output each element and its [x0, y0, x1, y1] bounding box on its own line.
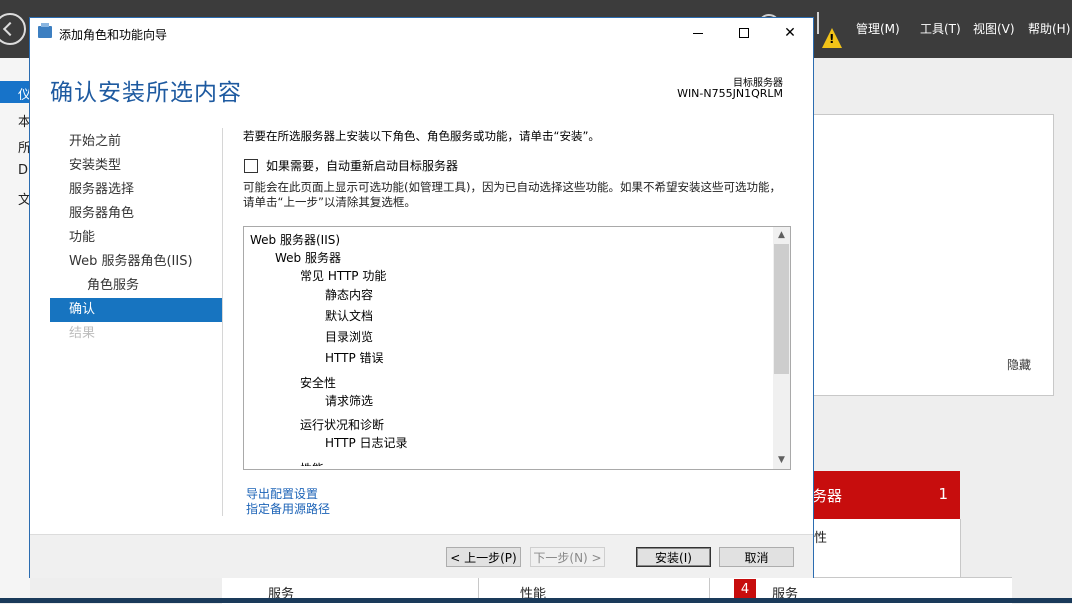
cancel-button[interactable]: 取消 [719, 547, 794, 567]
page-title: 确认安装所选内容 [50, 80, 242, 106]
taskbar [0, 598, 1072, 603]
close-icon: ✕ [784, 25, 796, 41]
server-tile-header[interactable]: 务器 1 [812, 471, 960, 519]
selection-list[interactable]: Web 服务器(IIS) Web 服务器 常见 HTTP 功能 静态内容 默认文… [243, 226, 791, 470]
list-item: Web 服务器 [275, 251, 341, 265]
minimize-button[interactable] [675, 18, 721, 48]
list-item: 静态内容 [325, 288, 374, 302]
optional-features-note: 可能会在此页面上显示可选功能(如管理工具)，因为已自动选择这些功能。如果不希望安… [243, 180, 781, 209]
target-server-name: WIN-N755JN1QRLM [677, 87, 783, 100]
hide-link[interactable]: 隐藏 [1007, 356, 1031, 373]
menu-tools[interactable]: 工具(T) [920, 20, 961, 37]
server-tile-title: 务器 [812, 487, 843, 505]
dialog-title: 添加角色和功能向导 [59, 28, 168, 42]
list-item: Web 服务器(IIS) [250, 233, 341, 247]
install-button[interactable]: 安装(I) [636, 547, 711, 567]
menu-manage[interactable]: 管理(M) [856, 20, 900, 37]
list-item: HTTP 错误 [325, 351, 384, 365]
restart-checkbox[interactable] [244, 159, 258, 173]
list-item: HTTP 日志记录 [325, 436, 408, 450]
sidebar-item-dashboard[interactable]: 仪 [0, 81, 31, 103]
nav-item-role-services[interactable]: 角色服务 [50, 274, 222, 298]
dialog-titlebar[interactable]: 添加角色和功能向导 ✕ [30, 18, 813, 48]
scroll-up-icon[interactable]: ▲ [773, 227, 790, 244]
alternate-source-link[interactable]: 指定备用源路径 [246, 500, 330, 517]
scroll-thumb[interactable] [774, 244, 789, 374]
list-item: 默认文档 [325, 309, 374, 323]
list-item: 常见 HTTP 功能 [300, 269, 387, 283]
wizard-nav: 开始之前 安装类型 服务器选择 服务器角色 功能 Web 服务器角色(IIS) … [50, 130, 222, 346]
maximize-button[interactable] [721, 18, 767, 48]
menu-help[interactable]: 帮助(H) [1028, 20, 1070, 37]
intro-text: 若要在所选服务器上安装以下角色、角色服务或功能，请单击“安装”。 [243, 129, 600, 143]
restart-checkbox-label[interactable]: 如果需要，自动重新启动目标服务器 [266, 157, 458, 174]
back-arrow-icon[interactable] [0, 13, 26, 45]
warning-icon[interactable]: ! [822, 28, 842, 48]
nav-item-before-you-begin[interactable]: 开始之前 [50, 130, 222, 154]
close-button[interactable]: ✕ [767, 18, 813, 48]
nav-item-results: 结果 [69, 326, 96, 341]
nav-item-web-server-role[interactable]: Web 服务器角色(IIS) [50, 250, 222, 274]
nav-divider [222, 128, 223, 516]
nav-item-features[interactable]: 功能 [50, 226, 222, 250]
nav-item-server-selection[interactable]: 服务器选择 [50, 178, 222, 202]
nav-item-confirmation[interactable]: 确认 [50, 298, 222, 322]
list-scrollbar[interactable]: ▲ ▼ [773, 227, 790, 469]
nav-item-server-roles[interactable]: 服务器角色 [50, 202, 222, 226]
server-tile-line: 性 [814, 531, 828, 546]
wizard-app-icon [38, 23, 52, 38]
server-tile-count: 1 [938, 485, 948, 503]
list-item: 性能 [300, 460, 324, 466]
sidebar-item-dns[interactable]: D [18, 163, 28, 178]
menu-view[interactable]: 视图(V) [973, 20, 1015, 37]
list-item: 运行状况和诊断 [300, 418, 385, 432]
scroll-down-icon[interactable]: ▼ [773, 452, 790, 469]
welcome-panel [812, 114, 1054, 396]
list-item: 目录浏览 [325, 330, 374, 344]
next-button: 下一步(N) > [530, 547, 605, 567]
list-item: 安全性 [300, 376, 337, 390]
add-roles-wizard-dialog: 添加角色和功能向导 ✕ 确认安装所选内容 目标服务器 WIN-N755JN1QR… [29, 17, 814, 578]
back-button[interactable]: < 上一步(P) [446, 547, 521, 567]
nav-item-installation-type[interactable]: 安装类型 [50, 154, 222, 178]
dialog-footer: < 上一步(P) 下一步(N) > 安装(I) 取消 [30, 534, 813, 578]
list-item: 请求筛选 [325, 394, 374, 408]
